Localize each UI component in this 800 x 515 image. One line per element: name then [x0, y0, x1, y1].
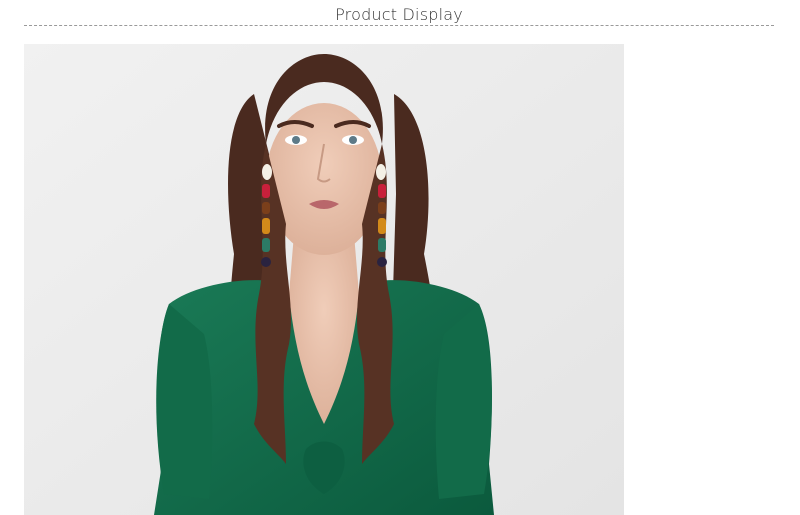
product-photo [24, 44, 624, 515]
dashed-divider [24, 25, 774, 26]
section-title: Product Display [335, 5, 463, 24]
section-header: Product Display [24, 0, 774, 28]
model-illustration [24, 44, 624, 515]
